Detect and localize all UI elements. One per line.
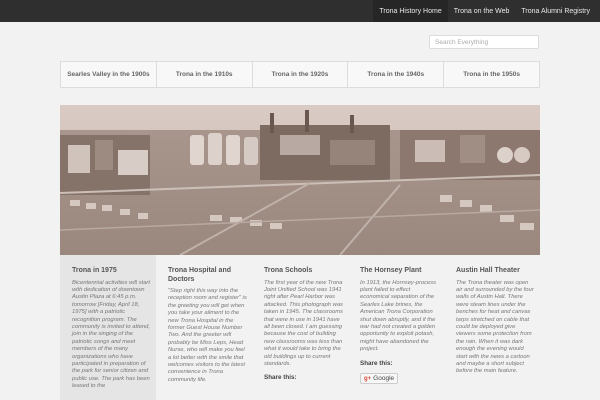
nav-trona-on-the-web[interactable]: Trona on the Web <box>448 0 516 22</box>
hero-photo-image <box>60 105 540 255</box>
post-excerpt: The first year of the new Trona Joint Un… <box>264 279 343 367</box>
google-share-button[interactable]: g+ Google <box>360 373 399 385</box>
post-card: Austin Hall Theater The Trona theater wa… <box>444 255 540 400</box>
post-title-link[interactable]: Trona in 1975 <box>72 267 152 276</box>
top-bar: Trona History Home Trona on the Web Tron… <box>0 0 600 22</box>
post-excerpt: In 1913, the Hornsey-process plant faile… <box>360 279 437 353</box>
era-link-1920s[interactable]: Trona in the 1920s <box>253 62 349 87</box>
post-excerpt: Bicentennial activities will start with … <box>72 279 150 390</box>
post-excerpt: "Step right this way into the reception … <box>168 288 247 383</box>
post-title-link[interactable]: Trona Hospital and Doctors <box>168 267 248 284</box>
search-input[interactable] <box>429 35 539 49</box>
hero-photo-trona-plant[interactable] <box>60 105 540 255</box>
post-title-link[interactable]: Trona Schools <box>264 267 344 276</box>
post-title-link[interactable]: Austin Hall Theater <box>456 267 536 276</box>
post-title-link[interactable]: The Hornsey Plant <box>360 267 440 276</box>
post-card: Trona Hospital and Doctors "Step right t… <box>156 255 252 400</box>
google-share-label: Google <box>373 375 395 383</box>
post-card: Trona in 1975 Bicentennial activities wi… <box>60 255 156 400</box>
share-label: Share this: <box>264 374 297 382</box>
post-card: Trona Schools The first year of the new … <box>252 255 348 400</box>
era-link-1910s[interactable]: Trona in the 1910s <box>157 62 253 87</box>
share-label: Share this: <box>360 359 393 367</box>
post-card: The Hornsey Plant In 1913, the Hornsey-p… <box>348 255 444 400</box>
era-link-1900s[interactable]: Searles Valley in the 1900s <box>61 62 157 87</box>
era-navigation: Searles Valley in the 1900s Trona in the… <box>60 61 540 88</box>
post-excerpt: The Trona theater was open air and surro… <box>456 279 534 375</box>
nav-trona-alumni-registry[interactable]: Trona Alumni Registry <box>515 0 596 22</box>
nav-trona-history-home[interactable]: Trona History Home <box>373 0 448 22</box>
recent-posts: Trona in 1975 Bicentennial activities wi… <box>60 255 540 400</box>
era-link-1940s[interactable]: Trona in the 1940s <box>348 62 445 87</box>
top-navigation: Trona History Home Trona on the Web Tron… <box>373 0 596 22</box>
era-link-1950s[interactable]: Trona in the 1950s <box>444 62 539 87</box>
google-plus-icon: g+ <box>364 375 372 382</box>
